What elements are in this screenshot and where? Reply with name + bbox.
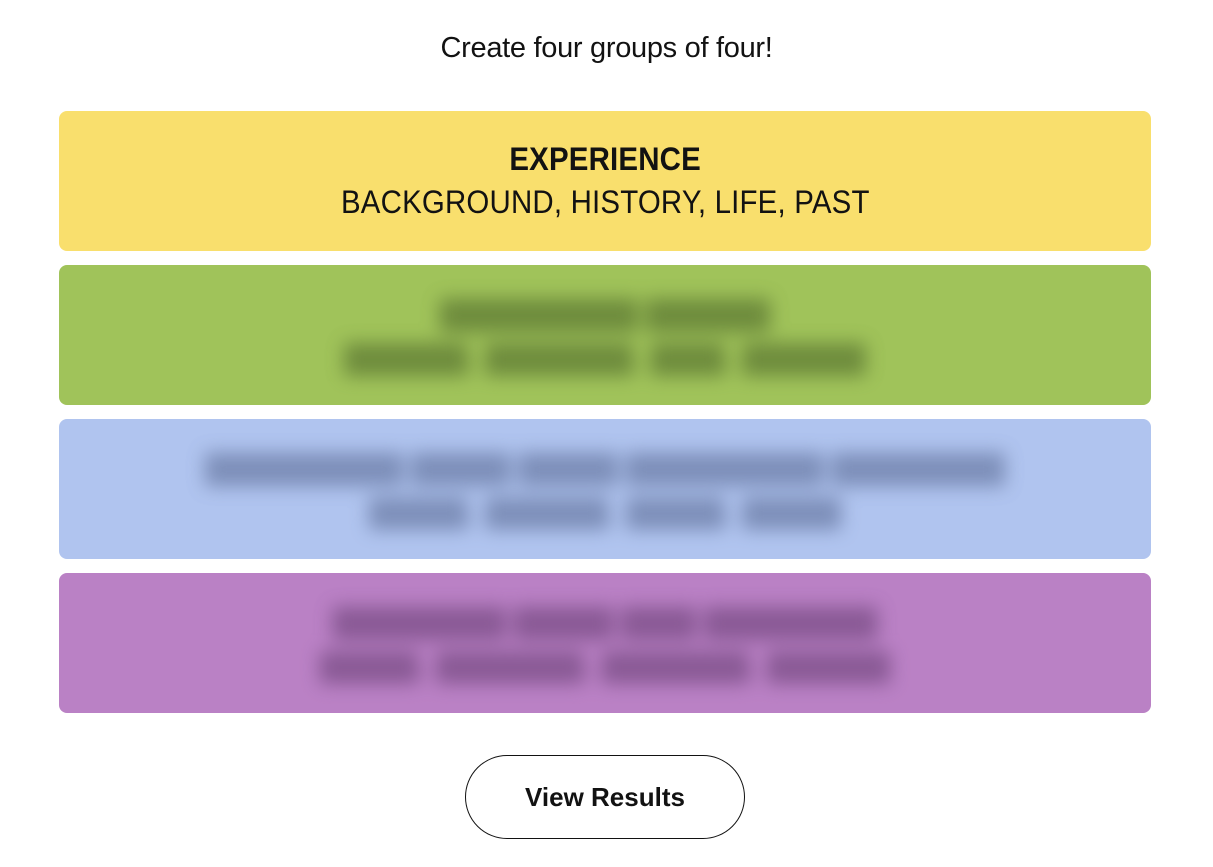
blurred-answer: ▇▇▇▇▇▇▇▇ ▇▇▇▇▇ ▇▇▇▇▇, ▇▇▇▇▇▇, ▇▇▇, ▇▇▇▇▇ xyxy=(344,295,866,375)
blurred-answer: ▇▇▇▇▇▇▇ ▇▇▇▇ ▇▇▇ ▇▇▇▇▇▇▇ ▇▇▇▇, ▇▇▇▇▇▇, ▇… xyxy=(319,603,891,683)
group-purple-hidden: ▇▇▇▇▇▇▇ ▇▇▇▇ ▇▇▇ ▇▇▇▇▇▇▇ ▇▇▇▇, ▇▇▇▇▇▇, ▇… xyxy=(59,573,1151,713)
group-blue-hidden: ▇▇▇▇▇▇▇▇ ▇▇▇▇ ▇▇▇▇ ▇▇▇▇▇▇▇▇ ▇▇▇▇▇▇▇ ▇▇▇▇… xyxy=(59,419,1151,559)
group-yellow: EXPERIENCE BACKGROUND, HISTORY, LIFE, PA… xyxy=(59,111,1151,251)
group-category-label: EXPERIENCE xyxy=(509,141,701,177)
game-page: Create four groups of four! EXPERIENCE B… xyxy=(0,0,1213,867)
blurred-answer: ▇▇▇▇▇▇▇▇ ▇▇▇▇ ▇▇▇▇ ▇▇▇▇▇▇▇▇ ▇▇▇▇▇▇▇ ▇▇▇▇… xyxy=(205,449,1005,529)
instructions-text: Create four groups of four! xyxy=(440,32,773,64)
view-results-button[interactable]: View Results xyxy=(465,755,745,839)
solved-groups: EXPERIENCE BACKGROUND, HISTORY, LIFE, PA… xyxy=(59,111,1151,727)
group-green-hidden: ▇▇▇▇▇▇▇▇ ▇▇▇▇▇ ▇▇▇▇▇, ▇▇▇▇▇▇, ▇▇▇, ▇▇▇▇▇ xyxy=(59,265,1151,405)
group-members-list: BACKGROUND, HISTORY, LIFE, PAST xyxy=(340,184,870,220)
